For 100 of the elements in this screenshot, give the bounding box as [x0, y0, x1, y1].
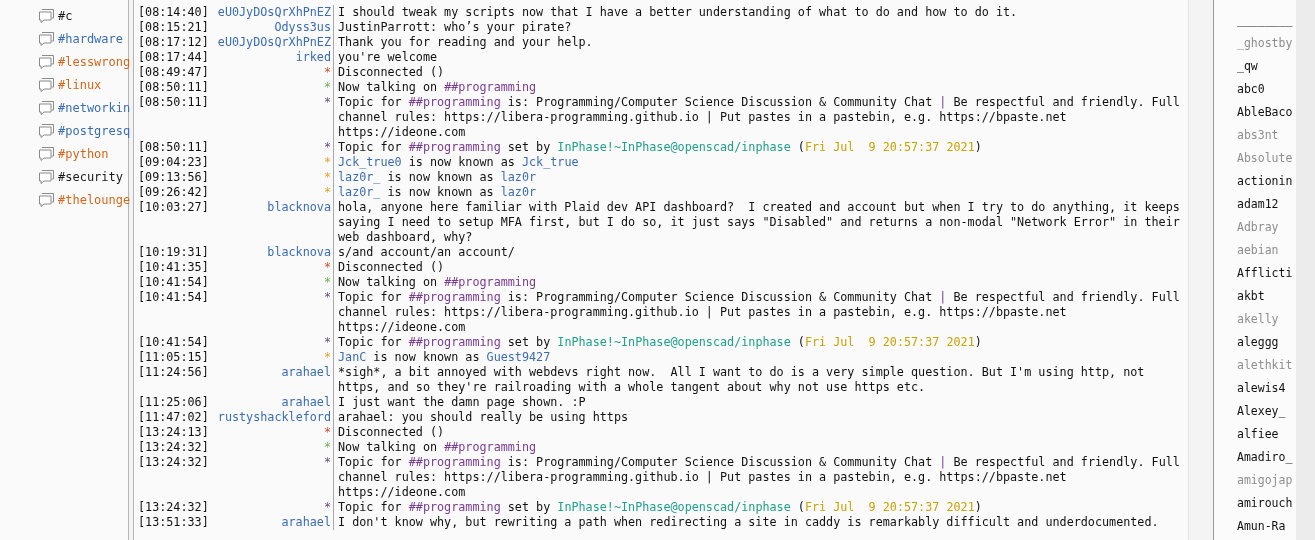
nick-label: * [323, 350, 331, 364]
timestamp: [10:41:54] [138, 335, 210, 350]
nick-label: * [323, 290, 331, 304]
nick-label: * [323, 260, 331, 274]
timestamp: [13:24:32] [138, 440, 210, 455]
user-list-item[interactable]: aleggg [1237, 331, 1296, 354]
nick-label: * [323, 170, 331, 184]
nick-label: irked [295, 50, 331, 64]
nick-label: * [323, 140, 331, 154]
nick-label: * [323, 80, 331, 94]
message-text: Now talking on ##programming [337, 440, 538, 455]
channel-item[interactable]: #networkin [0, 96, 128, 119]
chat-bubble-icon [38, 31, 55, 46]
chat-bubble-icon [38, 146, 55, 161]
message-text: Topic for ##programming set by InPhase!~InPhase@openscad/inphase (Fri Jul 9 20:57:37 2021) [337, 500, 983, 515]
timestamp: [11:47:02] [138, 410, 210, 425]
message-text: s/and account/an account/ [337, 245, 516, 260]
message-text: Disconnected () [337, 260, 446, 275]
message-text: I should tweak my scripts now that I have a better understanding of what to do and how to do it. [337, 5, 1019, 20]
nick-label: * [323, 185, 331, 199]
nick-label: * [323, 335, 331, 349]
user-list-item[interactable]: Afflicti [1237, 262, 1296, 285]
nick-label: * [323, 455, 331, 469]
message-text: arahael: you should really be using https [337, 410, 630, 425]
timestamp: [10:41:54] [138, 290, 210, 306]
message-text: I just want the damn page shown. :P [337, 395, 587, 410]
timestamp: [08:49:47] [138, 65, 210, 80]
message-text: JanC is now known as Guest9427 [337, 350, 552, 365]
nick-label: * [323, 500, 331, 514]
message-text: Disconnected () [337, 65, 446, 80]
channel-item[interactable]: #postgresq [0, 119, 128, 142]
timestamp: [09:04:23] [138, 155, 210, 170]
channel-item[interactable]: #thelounge [0, 188, 128, 211]
timestamp: [11:25:06] [138, 395, 210, 410]
timestamp: [10:03:27] [138, 200, 210, 216]
user-list-item[interactable]: Amun-Ra [1237, 515, 1296, 538]
message-text: laz0r_ is now known as laz0r [337, 185, 538, 200]
nick-label: arahael [281, 515, 331, 529]
timestamp: [09:13:56] [138, 170, 210, 185]
chat-bubble-icon [38, 54, 55, 69]
user-list-item[interactable]: alewis4 [1237, 377, 1296, 400]
timestamp: [08:17:44] [138, 50, 210, 65]
message-text: Thank you for reading and your help. [337, 35, 594, 50]
user-list-item[interactable]: _qw [1237, 55, 1296, 78]
channel-item[interactable]: #linux [0, 73, 128, 96]
chat-bubble-icon [38, 192, 55, 207]
nick-label: * [323, 155, 331, 169]
timestamp: [08:15:21] [138, 20, 210, 35]
user-list-item[interactable]: actionin [1237, 170, 1296, 193]
nick-label: arahael [281, 365, 331, 379]
timestamp: [10:41:54] [138, 275, 210, 290]
chat-bubble-icon [38, 100, 55, 115]
nick-label: arahael [281, 395, 331, 409]
nick-label: blacknova [267, 200, 331, 214]
channel-item[interactable]: #security [0, 165, 128, 188]
channel-item[interactable]: #c [0, 4, 128, 27]
message-text: Jck_true0 is now known as Jck_true [337, 155, 580, 170]
nick-label: * [323, 275, 331, 289]
user-list-item[interactable]: Amadiro_ [1237, 446, 1296, 469]
user-list-item[interactable]: AbleBaco [1237, 101, 1296, 124]
nick-label: blacknova [267, 245, 331, 259]
nick-label: Odyss3us [274, 20, 331, 34]
message-text: you're welcome [337, 50, 439, 65]
timestamp: [08:17:12] [138, 35, 210, 50]
nick-label: * [323, 95, 331, 109]
nick-label: * [323, 425, 331, 439]
channel-item[interactable]: #hardware [0, 27, 128, 50]
user-list-item[interactable]: ________ [1237, 9, 1296, 32]
message-text: *sigh*, a bit annoyed with webdevs right now. All I want to do is a very simple question. But I'm using http, not https, and so they're railroading with a whole tangent about why not use https etc. [337, 365, 1146, 395]
channel-item[interactable]: #python [0, 142, 128, 165]
timestamp: [11:24:56] [138, 365, 210, 381]
timestamp: [13:24:13] [138, 425, 210, 440]
chat-bubble-icon [38, 8, 55, 23]
channel-item[interactable]: #lesswrong [0, 50, 128, 73]
message-text: Now talking on ##programming [337, 275, 538, 290]
timestamp: [10:19:31] [138, 245, 210, 260]
timestamp: [11:05:15] [138, 350, 210, 365]
timestamp: [09:26:42] [138, 185, 210, 200]
message-text: JustinParrott: who’s your pirate? [337, 20, 573, 35]
timestamp: [08:50:11] [138, 95, 210, 111]
timestamp: [13:24:32] [138, 500, 210, 515]
chat-bubble-icon [38, 77, 55, 92]
chat-bubble-icon [38, 169, 55, 184]
timestamp: [08:14:40] [138, 5, 210, 20]
timestamp: [08:50:11] [138, 80, 210, 95]
message-text: Disconnected () [337, 425, 446, 440]
user-list-item[interactable]: alfiee [1237, 423, 1296, 446]
user-list-item[interactable]: akbt [1237, 285, 1296, 308]
message-text: Topic for ##programming set by InPhase!~InPhase@openscad/inphase (Fri Jul 9 20:57:37 2021) [337, 140, 983, 155]
nick-label: eU0JyDOsQrXhPnEZ [217, 35, 331, 49]
message-text: Topic for ##programming set by InPhase!~InPhase@openscad/inphase (Fri Jul 9 20:57:37 2021) [337, 335, 983, 350]
nick-label: rustyshackleford [217, 410, 331, 424]
user-list-item[interactable]: adam12 [1237, 193, 1296, 216]
scrollbar[interactable] [1188, 0, 1214, 540]
timestamp: [13:51:33] [138, 515, 210, 530]
nick-label: eU0JyDOsQrXhPnEZ [217, 5, 331, 19]
user-list-item[interactable]: Alexey_ [1237, 400, 1296, 423]
timestamp: [10:41:35] [138, 260, 210, 275]
user-list-item[interactable]: amirouch [1237, 492, 1296, 515]
user-list-item[interactable]: abc0 [1237, 78, 1296, 101]
